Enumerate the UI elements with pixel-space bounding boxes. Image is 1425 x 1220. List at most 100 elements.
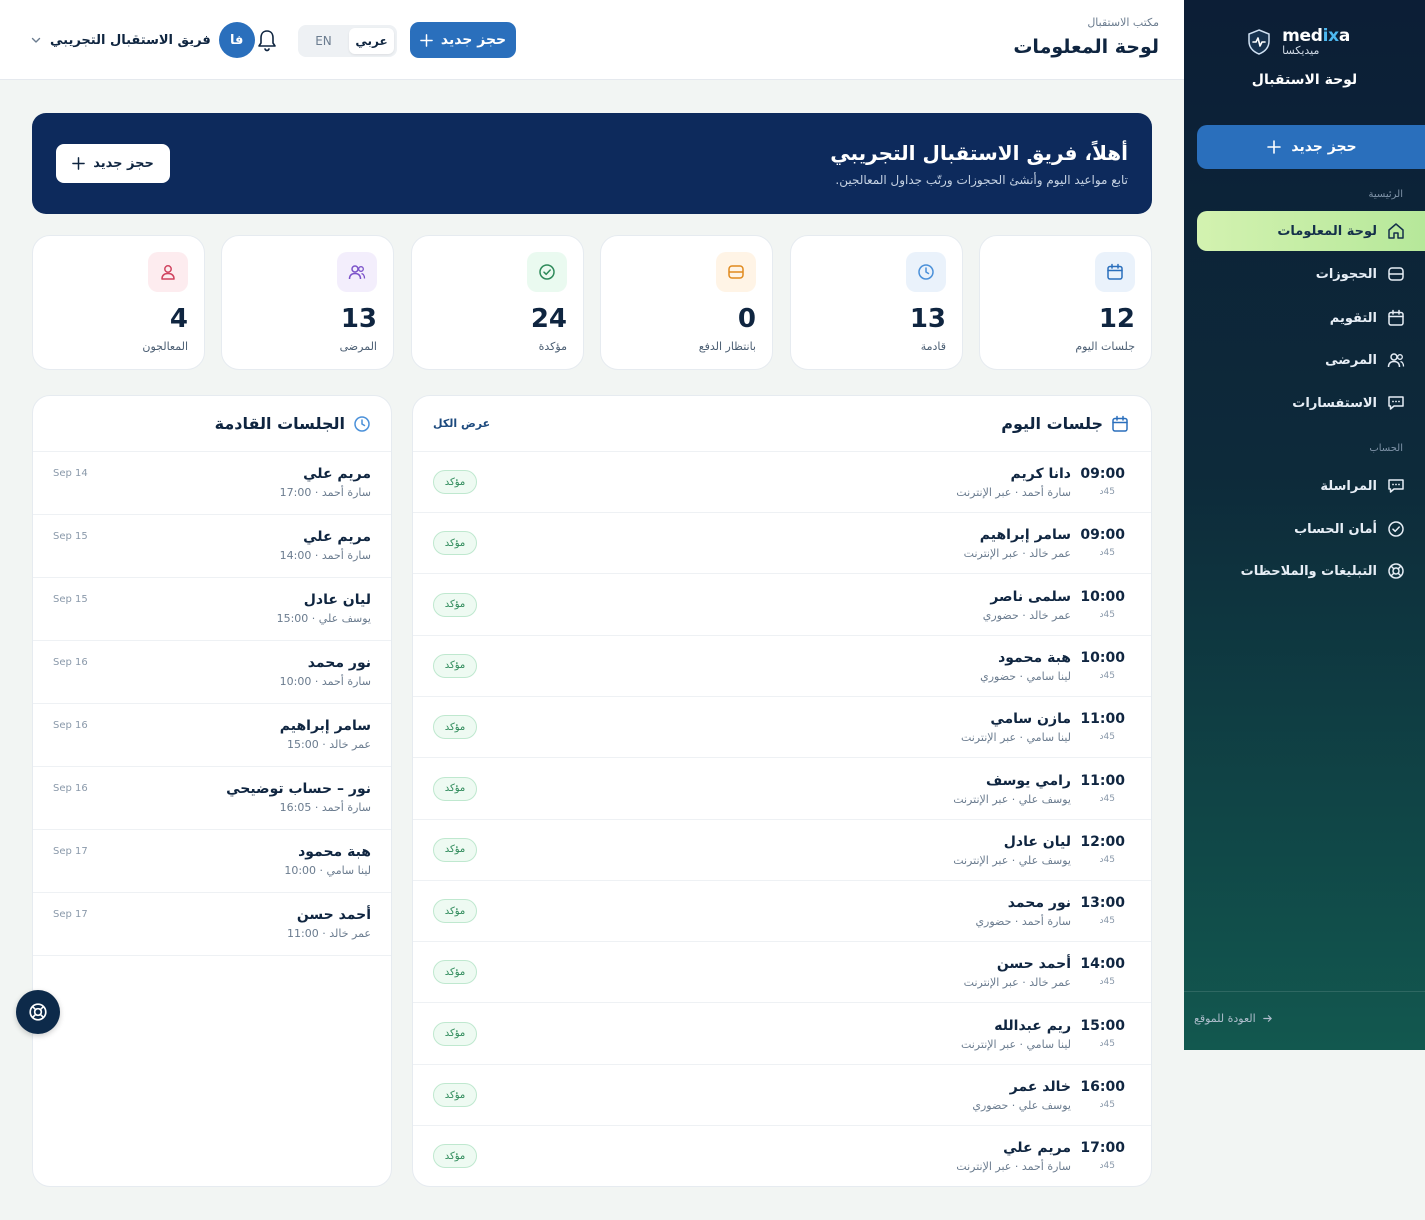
table-row[interactable]: 15:00 45د ريم عبدالله لينا سامي · عبر الإنت… (413, 1004, 1151, 1065)
sidebar-item-dashboard[interactable]: لوحة المعلومات (1197, 211, 1425, 251)
session-meta: عمر خالد · 11:00 (287, 927, 371, 940)
status-badge: مؤكد (433, 470, 477, 494)
stat-label: جلسات اليوم (1075, 340, 1135, 353)
brand-name-latin: medixa (1282, 26, 1350, 46)
banner-new-booking-button[interactable]: حجز جديد (56, 144, 170, 183)
list-item[interactable]: نور محمد سارة أحمد · 10:00 Sep 16 (33, 641, 391, 704)
status-badge: مؤكد (433, 960, 477, 985)
sidebar-item-account-security[interactable]: أمان الحساب (1184, 509, 1425, 549)
status-badge: مؤكد (433, 1083, 477, 1107)
stat-card-awaiting-payment[interactable]: 0 بانتظار الدفع (600, 235, 773, 370)
back-to-site-link[interactable]: العودة للموقع (1184, 1012, 1425, 1025)
sidebar-item-bookings[interactable]: الحجوزات (1184, 254, 1425, 294)
stat-card-upcoming[interactable]: 13 قادمة (790, 235, 963, 370)
status-badge: مؤكد (433, 653, 477, 678)
lang-english-option[interactable]: EN (301, 28, 346, 54)
stat-card-patients[interactable]: 13 المرضى (221, 235, 394, 370)
users-icon (348, 263, 366, 281)
patient-name: أحمد حسن (996, 956, 1071, 973)
lifebuoy-icon (1387, 562, 1405, 580)
session-duration: 45د (1099, 670, 1115, 681)
session-time: 10:00 (1080, 649, 1125, 666)
status-badge: مؤكد (433, 837, 477, 862)
chevron-down-icon (30, 34, 42, 46)
session-time: 14:00 (1080, 956, 1125, 973)
table-row[interactable]: 09:00 45د دانا كريم سارة أحمد · عبر الإنترن… (413, 452, 1151, 513)
patient-name: أحمد حسن (296, 907, 371, 923)
session-time: 09:00 (1080, 527, 1125, 544)
arrow-right-icon (1262, 1013, 1273, 1024)
stat-card-therapists[interactable]: 4 المعالجون (32, 235, 205, 370)
sidebar-new-booking-button[interactable]: حجز جديد (1197, 125, 1425, 169)
sidebar-item-messaging[interactable]: المراسلة (1184, 466, 1425, 506)
sidebar-item-patients[interactable]: المرضى (1184, 340, 1425, 380)
shield-pulse-icon (1246, 28, 1272, 56)
table-row[interactable]: 11:00 45د مازن سامي لينا سامي · عبر الإنترن… (413, 697, 1151, 759)
table-row[interactable]: 09:00 45د سامر إبراهيم عمر خالد · عبر الإنت… (413, 513, 1151, 575)
table-row[interactable]: 10:00 45د سلمى ناصر عمر خالد · حضوري مؤكد (413, 575, 1151, 636)
session-date: Sep 17 (53, 909, 88, 920)
list-item[interactable]: مريم علي سارة أحمد · 14:00 Sep 15 (33, 515, 391, 578)
list-item[interactable]: سامر إبراهيم عمر خالد · 15:00 Sep 16 (33, 704, 391, 767)
status-badge: مؤكد (433, 715, 477, 740)
clock-icon (353, 415, 371, 433)
patient-name: ليان عادل (1003, 833, 1071, 850)
table-row[interactable]: 10:00 45د هبة محمود لينا سامي · حضوري مؤكد (413, 636, 1151, 697)
header-new-booking-button[interactable]: حجز جديد (410, 22, 516, 58)
check-circle-icon (538, 263, 556, 281)
table-row[interactable]: 16:00 45د خالد عمر يوسف علي · حضوري مؤكد (413, 1065, 1151, 1126)
sidebar-item-inquiries[interactable]: الاستفسارات (1184, 383, 1425, 423)
session-duration: 45د (1099, 977, 1115, 988)
list-item[interactable]: مريم علي سارة أحمد · 17:00 Sep 14 (33, 452, 391, 515)
session-date: Sep 16 (53, 657, 88, 668)
sidebar: medixa ميديكسا لوحة الاستقبال حجز جديد ا… (1184, 0, 1425, 1050)
session-meta: لينا سامي · 10:00 (284, 864, 371, 877)
session-date: Sep 16 (53, 720, 88, 731)
stat-card-confirmed[interactable]: 24 مؤكدة (411, 235, 584, 370)
avatar: فا (218, 22, 255, 58)
user-icon (159, 263, 177, 281)
table-row[interactable]: 11:00 45د رامي يوسف يوسف علي · عبر الإنترنت… (413, 759, 1151, 820)
sidebar-item-reports-notes[interactable]: التبليغات والملاحظات (1184, 551, 1425, 591)
table-row[interactable]: 14:00 45د أحمد حسن عمر خالد · عبر الإنترنت م… (413, 942, 1151, 1004)
check-circle-icon (1387, 520, 1405, 538)
session-meta: سارة أحمد · عبر الإنترنت (956, 486, 1071, 499)
list-item[interactable]: هبة محمود لينا سامي · 10:00 Sep 17 (33, 830, 391, 893)
plus-icon (1267, 140, 1282, 154)
stat-value: 13 (340, 304, 377, 334)
session-meta: سارة أحمد · حضوري (975, 915, 1071, 929)
list-item[interactable]: نور – حساب توضيحي سارة أحمد · 16:05 Sep 16 (33, 767, 391, 830)
view-all-link[interactable]: عرض الكل (433, 417, 490, 430)
table-row[interactable]: 17:00 45د مريم علي سارة أحمد · عبر الإنترنت… (413, 1126, 1151, 1186)
user-menu[interactable]: فا فريق الاستقبال التجريبي (30, 22, 255, 58)
lang-arabic-option[interactable]: عربي (349, 28, 394, 54)
session-meta: سارة أحمد · 16:05 (279, 801, 371, 814)
sidebar-section-account: الحساب (1369, 443, 1403, 454)
welcome-title: أهلاً، فريق الاستقبال التجريبي (830, 141, 1128, 165)
patient-name: خالد عمر (1009, 1079, 1071, 1095)
session-duration: 45د (1099, 793, 1115, 804)
session-date: Sep 14 (53, 468, 88, 479)
sidebar-divider (1184, 991, 1425, 992)
session-date: Sep 17 (53, 846, 88, 857)
header-subtitle: مكتب الاستقبال (1087, 16, 1159, 29)
session-time: 13:00 (1080, 895, 1125, 912)
session-meta: يوسف علي · عبر الإنترنت (953, 792, 1071, 806)
stat-card-today-sessions[interactable]: 12 جلسات اليوم (979, 235, 1152, 370)
brand[interactable]: medixa ميديكسا (1246, 26, 1350, 57)
sidebar-item-calendar[interactable]: التقويم (1184, 298, 1425, 338)
list-item[interactable]: ليان عادل يوسف علي · 15:00 Sep 15 (33, 578, 391, 641)
table-row[interactable]: 13:00 45د نور محمد سارة أحمد · حضوري مؤكد (413, 881, 1151, 943)
today-sessions-panel: جلسات اليوم عرض الكل 09:00 45د دانا كريم سا… (412, 395, 1152, 1187)
session-meta: لينا سامي · عبر الإنترنت (960, 1037, 1071, 1051)
stat-label: مؤكدة (538, 340, 567, 353)
bell-icon[interactable] (256, 28, 278, 52)
list-item[interactable]: أحمد حسن عمر خالد · 11:00 Sep 17 (33, 893, 391, 956)
top-header: مكتب الاستقبال لوحة المعلومات حجز جديد ع… (0, 0, 1184, 80)
help-fab-button[interactable] (16, 990, 60, 1034)
session-duration: 45د (1099, 1161, 1115, 1172)
patient-name: مازن سامي (990, 711, 1071, 728)
home-icon (1387, 222, 1405, 240)
table-row[interactable]: 12:00 45د ليان عادل يوسف علي · عبر الإنترنت… (413, 820, 1151, 881)
stat-value: 4 (169, 304, 188, 334)
